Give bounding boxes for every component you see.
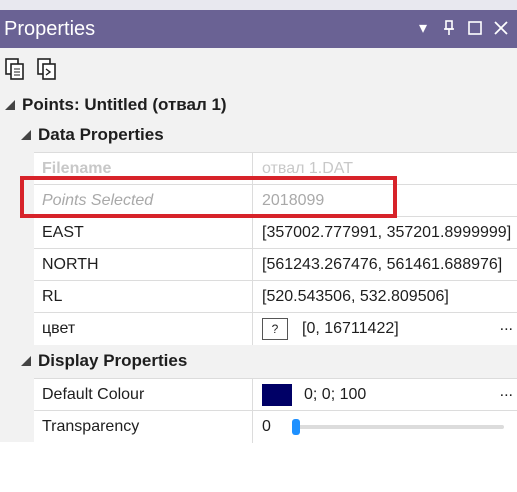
property-name: NORTH [34,249,253,281]
property-value[interactable]: [357002.777991, 357201.8999999] [254,217,517,249]
property-grid: Points: Untitled (отвал 1) Data Properti… [0,90,517,443]
property-name: EAST [34,217,253,249]
transparency-value: 0 [262,418,271,435]
object-header[interactable]: Points: Untitled (отвал 1) [4,90,227,120]
property-row-default-colour[interactable]: Default Colour 0; 0; 100 ... [34,378,517,411]
slider-thumb[interactable] [292,419,300,435]
collapse-icon[interactable] [20,355,32,367]
pin-icon[interactable] [441,19,457,37]
property-row-transparency[interactable]: Transparency 0 [34,410,517,443]
top-strip [0,0,517,10]
panel-titlebar: Properties ▾ [0,10,517,48]
panel-title: Properties [4,18,96,40]
color-value-text: [0, 16711422] [302,320,399,337]
ellipsis-button[interactable]: ... [500,317,513,335]
display-properties-header[interactable]: Display Properties [20,346,187,376]
data-properties-label: Data Properties [38,125,164,144]
property-name: RL [34,281,253,313]
close-icon[interactable] [493,19,509,37]
property-name: Transparency [34,411,253,443]
property-value[interactable]: ? [0, 16711422] [254,313,517,345]
property-value[interactable]: [520.543506, 532.809506] [254,281,517,313]
highlight-box [20,176,397,218]
data-properties-header[interactable]: Data Properties [20,120,164,150]
property-row-north[interactable]: NORTH [561243.267476, 561461.688976] [34,248,517,281]
property-value[interactable]: 0; 0; 100 [254,379,517,411]
collapse-icon[interactable] [20,129,32,141]
property-row-rl[interactable]: RL [520.543506, 532.809506] [34,280,517,313]
ellipsis-button[interactable]: ... [500,383,513,401]
toolbar [0,48,517,90]
color-picker-button[interactable]: ? [262,318,288,340]
display-properties-label: Display Properties [38,351,188,370]
collapse-icon[interactable] [4,99,16,111]
maximize-icon[interactable] [467,19,483,37]
property-row-east[interactable]: EAST [357002.777991, 357201.8999999] [34,216,517,249]
dropdown-icon[interactable]: ▾ [415,19,431,37]
property-name: Default Colour [34,379,253,411]
color-swatch[interactable] [262,384,292,406]
paste-icon[interactable] [36,57,60,81]
transparency-slider[interactable] [292,419,504,435]
property-name: цвет [34,313,253,345]
property-value[interactable]: 0 [254,411,517,443]
property-row-color[interactable]: цвет ? [0, 16711422] ... [34,312,517,345]
property-value[interactable]: [561243.267476, 561461.688976] [254,249,517,281]
copy-icon[interactable] [4,57,28,81]
window-controls: ▾ [415,19,509,37]
color-value-text: 0; 0; 100 [304,386,367,403]
object-header-label: Points: Untitled (отвал 1) [22,95,227,114]
